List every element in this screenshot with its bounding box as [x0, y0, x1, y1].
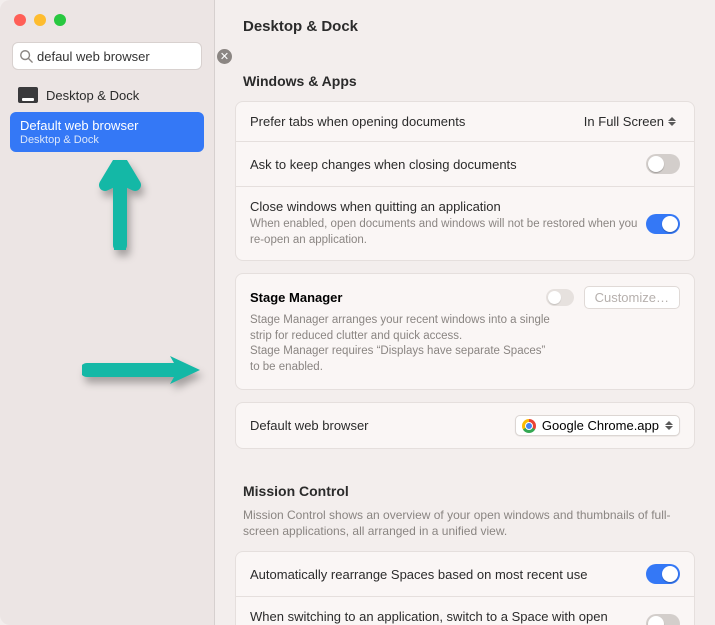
sidebar-item-label: Desktop & Dock: [46, 88, 139, 103]
panel-windows-apps: Prefer tabs when opening documents In Fu…: [235, 101, 695, 261]
sidebar-item-sublabel: Desktop & Dock: [20, 134, 194, 146]
page-title: Desktop & Dock: [215, 0, 715, 45]
row-label: Default web browser: [250, 418, 515, 433]
desktop-dock-icon: [18, 87, 38, 103]
fullscreen-window-icon[interactable]: [54, 14, 66, 26]
close-window-icon[interactable]: [14, 14, 26, 26]
panel-mission-control: Automatically rearrange Spaces based on …: [235, 551, 695, 625]
row-switch-space: When switching to an application, switch…: [236, 597, 694, 625]
popup-value: Google Chrome.app: [542, 418, 659, 433]
section-desc-mission-control: Mission Control shows an overview of you…: [215, 507, 715, 545]
annotation-arrow-right: [82, 350, 202, 390]
chevron-updown-icon: [668, 117, 680, 126]
prefer-tabs-popup[interactable]: In Full Screen: [584, 114, 680, 129]
section-title-mission-control: Mission Control: [215, 453, 715, 507]
auto-rearrange-toggle[interactable]: [646, 564, 680, 584]
clear-search-button[interactable]: ✕: [217, 49, 232, 64]
default-browser-popup[interactable]: Google Chrome.app: [515, 415, 680, 436]
search-input[interactable]: [33, 49, 217, 64]
row-label: Automatically rearrange Spaces based on …: [250, 567, 646, 582]
minimize-window-icon[interactable]: [34, 14, 46, 26]
panel-default-browser: Default web browser Google Chrome.app: [235, 402, 695, 449]
panel-stage-manager: Stage Manager Customize… Stage Manager a…: [235, 273, 695, 390]
row-label: When switching to an application, switch…: [250, 609, 646, 625]
chevron-updown-icon: [665, 421, 673, 430]
row-close-windows: Close windows when quitting an applicati…: [236, 187, 694, 260]
row-label: Ask to keep changes when closing documen…: [250, 157, 646, 172]
close-windows-toggle[interactable]: [646, 214, 680, 234]
search-box[interactable]: ✕: [12, 42, 202, 70]
window-controls[interactable]: [0, 0, 214, 36]
sidebar-item-desktop-dock[interactable]: Desktop & Dock: [10, 82, 204, 108]
customize-button[interactable]: Customize…: [584, 286, 680, 309]
row-label: Prefer tabs when opening documents: [250, 114, 584, 129]
stage-manager-toggle[interactable]: [546, 289, 574, 306]
chrome-icon: [522, 419, 536, 433]
row-prefer-tabs: Prefer tabs when opening documents In Fu…: [236, 102, 694, 142]
stage-manager-desc: Stage Manager arranges your recent windo…: [250, 313, 550, 375]
popup-value: In Full Screen: [584, 114, 664, 129]
search-icon: [19, 49, 33, 63]
section-title-windows-apps: Windows & Apps: [215, 45, 715, 97]
row-default-browser: Default web browser Google Chrome.app: [236, 403, 694, 448]
stage-manager-title: Stage Manager: [250, 290, 536, 305]
row-label: Close windows when quitting an applicati…: [250, 199, 646, 248]
row-auto-rearrange: Automatically rearrange Spaces based on …: [236, 552, 694, 597]
switch-space-toggle[interactable]: [646, 614, 680, 625]
sidebar-item-label: Default web browser: [20, 118, 194, 133]
ask-keep-changes-toggle[interactable]: [646, 154, 680, 174]
sidebar-item-default-browser[interactable]: Default web browser Desktop & Dock: [10, 112, 204, 152]
row-ask-keep-changes: Ask to keep changes when closing documen…: [236, 142, 694, 187]
annotation-arrow-up: [95, 160, 145, 250]
